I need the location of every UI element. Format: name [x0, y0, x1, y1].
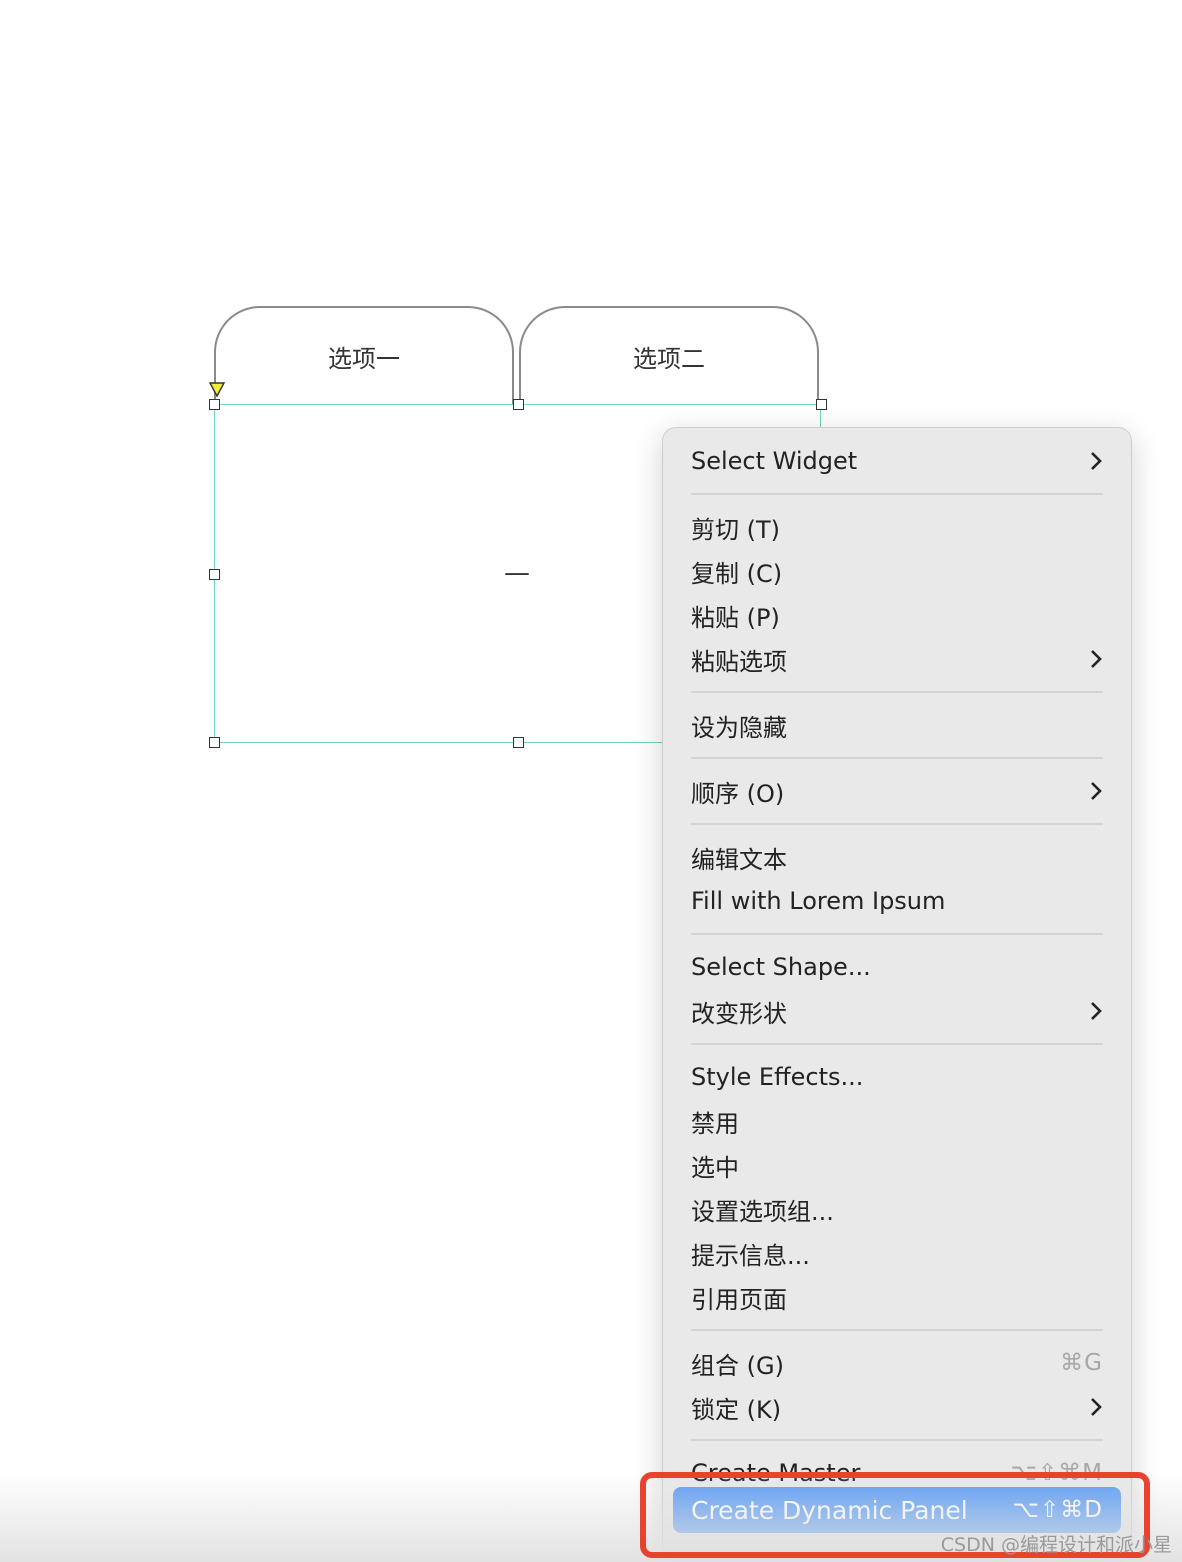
menu-item-select-shape[interactable]: Select Shape...: [691, 947, 1103, 987]
menu-separator: [691, 1043, 1103, 1045]
menu-item-select-widget[interactable]: Select Widget: [691, 441, 1103, 481]
tab-option-two[interactable]: 选项二: [519, 306, 819, 404]
menu-separator: [691, 823, 1103, 825]
menu-separator: [691, 1329, 1103, 1331]
chevron-right-icon: [1091, 452, 1102, 470]
menu-item-lock[interactable]: 锁定 (K): [691, 1387, 1103, 1427]
resize-handle-top-left[interactable]: [209, 399, 220, 410]
anchor-marker-icon: [209, 382, 225, 398]
menu-item-copy[interactable]: 复制 (C): [691, 551, 1103, 591]
menu-item-label: 设置选项组...: [691, 1197, 834, 1226]
menu-item-reference-page[interactable]: 引用页面: [691, 1277, 1103, 1317]
menu-item-label: 粘贴 (P): [691, 603, 780, 632]
menu-item-label: 组合 (G): [691, 1351, 784, 1380]
menu-item-label: 剪切 (T): [691, 515, 781, 544]
panel-center-text: —: [504, 558, 530, 588]
menu-item-paste-options[interactable]: 粘贴选项: [691, 639, 1103, 679]
menu-item-label: 改变形状: [691, 999, 787, 1028]
context-menu: Select Widget 剪切 (T) 复制 (C) 粘贴 (P) 粘贴选项 …: [662, 427, 1132, 1562]
menu-item-group[interactable]: 组合 (G) ⌘G: [691, 1343, 1103, 1383]
menu-item-label: Style Effects...: [691, 1063, 864, 1091]
menu-item-label: 锁定 (K): [691, 1395, 782, 1424]
menu-item-disable[interactable]: 禁用: [691, 1101, 1103, 1141]
menu-separator: [691, 933, 1103, 935]
menu-item-paste[interactable]: 粘贴 (P): [691, 595, 1103, 635]
menu-item-label: 顺序 (O): [691, 779, 785, 808]
design-canvas[interactable]: 选项一 选项二 — Select Widget 剪切 (T) 复制 (C) 粘贴…: [0, 0, 1182, 1562]
menu-item-set-hidden[interactable]: 设为隐藏: [691, 705, 1103, 745]
menu-item-set-option-group[interactable]: 设置选项组...: [691, 1189, 1103, 1229]
tab-option-one[interactable]: 选项一: [214, 306, 514, 404]
menu-item-label: 引用页面: [691, 1285, 787, 1314]
chevron-right-icon: [1091, 1002, 1102, 1020]
tab-option-two-label: 选项二: [633, 344, 705, 373]
chevron-right-icon: [1091, 650, 1102, 668]
menu-item-cut[interactable]: 剪切 (T): [691, 507, 1103, 547]
menu-item-label: Select Shape...: [691, 953, 871, 981]
menu-item-fill-lorem-ipsum[interactable]: Fill with Lorem Ipsum: [691, 881, 1103, 921]
menu-item-label: 编辑文本: [691, 845, 787, 874]
resize-handle-middle-left[interactable]: [209, 569, 220, 580]
resize-handle-top-right[interactable]: [816, 399, 827, 410]
menu-item-change-shape[interactable]: 改变形状: [691, 991, 1103, 1031]
menu-item-label: Select Widget: [691, 447, 858, 475]
menu-separator: [691, 1439, 1103, 1441]
menu-item-label: 提示信息...: [691, 1241, 810, 1270]
menu-item-order[interactable]: 顺序 (O): [691, 771, 1103, 811]
menu-item-label: Fill with Lorem Ipsum: [691, 887, 946, 915]
menu-item-label: 禁用: [691, 1109, 739, 1138]
menu-item-label: 选中: [691, 1153, 739, 1182]
resize-handle-top-center[interactable]: [513, 399, 524, 410]
menu-separator: [691, 691, 1103, 693]
chevron-right-icon: [1091, 1398, 1102, 1416]
menu-item-label: 粘贴选项: [691, 647, 787, 676]
menu-item-shortcut: ⌘G: [1060, 1350, 1103, 1376]
resize-handle-bottom-center[interactable]: [513, 737, 524, 748]
menu-separator: [691, 493, 1103, 495]
menu-item-tooltip[interactable]: 提示信息...: [691, 1233, 1103, 1273]
watermark-text: CSDN @编程设计和派小星: [940, 1534, 1172, 1556]
menu-item-selected[interactable]: 选中: [691, 1145, 1103, 1185]
menu-item-edit-text[interactable]: 编辑文本: [691, 837, 1103, 877]
menu-item-style-effects[interactable]: Style Effects...: [691, 1057, 1103, 1097]
menu-item-label: 设为隐藏: [691, 713, 787, 742]
resize-handle-bottom-left[interactable]: [209, 737, 220, 748]
chevron-right-icon: [1091, 782, 1102, 800]
menu-item-label: 复制 (C): [691, 559, 783, 588]
menu-separator: [691, 757, 1103, 759]
tab-option-one-label: 选项一: [328, 344, 400, 373]
